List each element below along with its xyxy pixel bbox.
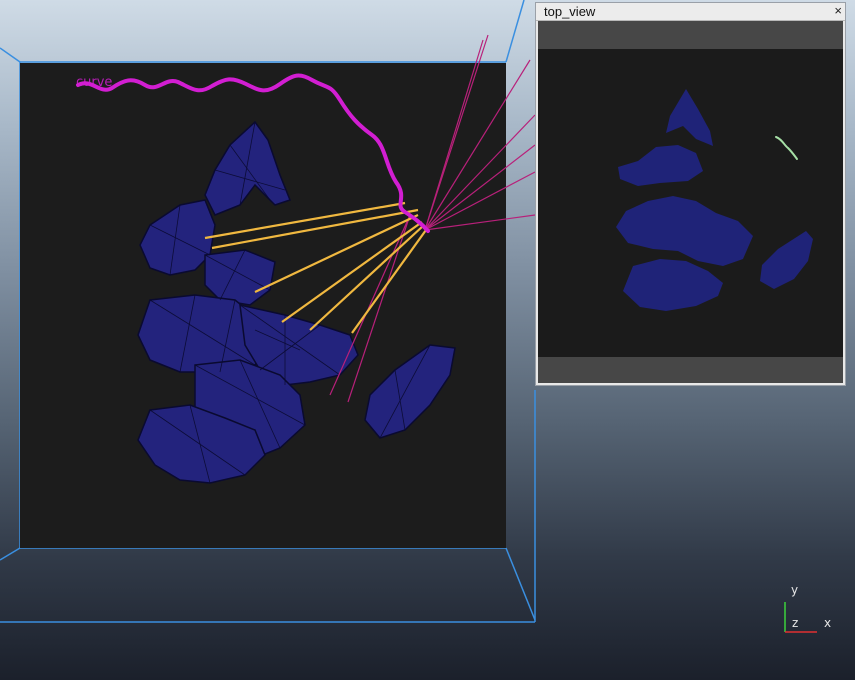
y-axis-label: y — [791, 583, 799, 597]
axis-gizmo-lines — [784, 602, 817, 633]
top-view-rock-1 — [666, 89, 713, 146]
top-view-canvas[interactable] — [538, 21, 843, 383]
z-axis-label: z — [792, 616, 799, 630]
top-view-title: top_view — [544, 4, 596, 19]
curve-label: curve — [76, 75, 112, 90]
top-view-window[interactable]: top_view × — [535, 2, 846, 386]
close-icon[interactable]: × — [834, 3, 842, 18]
top-view-scene — [616, 89, 813, 311]
top-view-rock-3 — [616, 196, 753, 266]
x-axis-label: x — [824, 616, 832, 630]
axis-gizmo: y z x — [775, 580, 835, 640]
top-view-titlebar[interactable]: top_view × — [536, 3, 845, 21]
top-view-curve — [775, 136, 798, 160]
top-view-rock-2 — [618, 145, 703, 186]
top-view-rock-5 — [760, 231, 813, 289]
top-view-rock-4 — [623, 259, 723, 311]
